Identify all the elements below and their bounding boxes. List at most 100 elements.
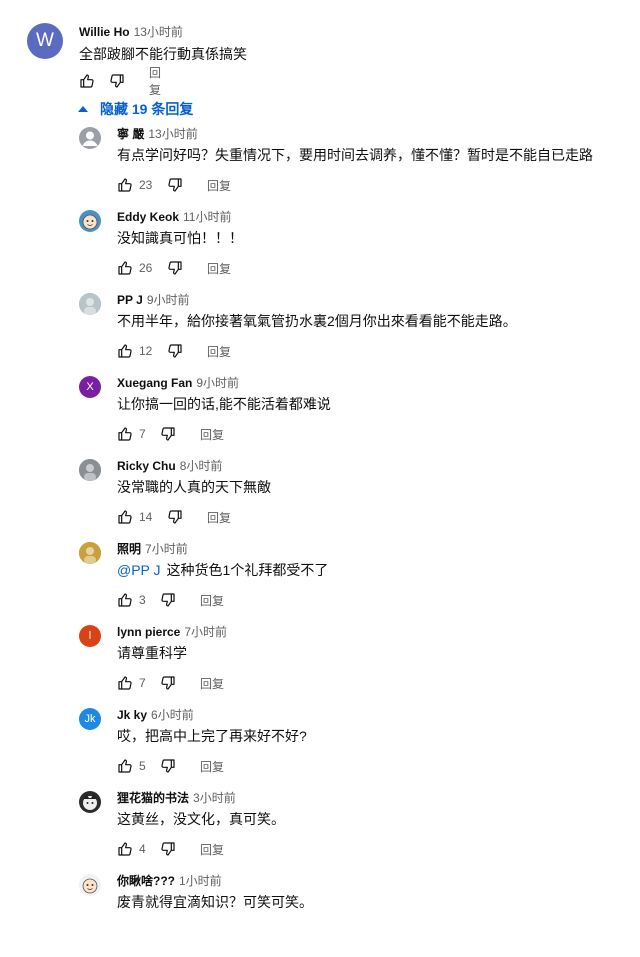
- reply-item: 你瞅啥??? 1小时前 废青就得宜滴知识？可笑可笑。: [0, 874, 640, 957]
- reply-button[interactable]: 回复: [207, 260, 231, 276]
- comment-text: 全部跛腳不能行動真係搞笑: [79, 46, 247, 62]
- like-button[interactable]: 3: [117, 592, 146, 608]
- avatar[interactable]: W: [27, 23, 63, 59]
- thumbs-up-icon: [118, 759, 132, 773]
- photo-icon: [79, 542, 101, 564]
- comment-header: Jk ky 6小时前: [117, 708, 194, 722]
- thumbs-down-icon: [168, 344, 182, 358]
- reply-item: Eddy Keok 11小时前 没知識真可怕！！！ 26 回复: [0, 210, 640, 293]
- dislike-button[interactable]: [167, 343, 183, 359]
- thumbs-down-icon: [110, 74, 124, 88]
- avatar[interactable]: [79, 791, 101, 813]
- reply-item: 寧 嚴 13小时前 有点学问好吗？失重情况下，要用时间去调养，懂不懂？暂时是不能自已…: [0, 127, 640, 210]
- like-count: 4: [139, 842, 146, 856]
- photo-icon: [79, 293, 101, 315]
- timestamp[interactable]: 9小时前: [196, 376, 239, 390]
- avatar[interactable]: [79, 542, 101, 564]
- like-button[interactable]: 4: [117, 841, 146, 857]
- author-name[interactable]: lynn pierce: [117, 625, 180, 639]
- author-name[interactable]: 照明: [117, 542, 141, 556]
- reply-button[interactable]: 回复: [207, 509, 231, 525]
- dislike-button[interactable]: [160, 758, 176, 774]
- avatar[interactable]: [79, 459, 101, 481]
- avatar[interactable]: Jk: [79, 708, 101, 730]
- timestamp[interactable]: 6小时前: [151, 708, 194, 722]
- like-button[interactable]: 5: [117, 758, 146, 774]
- like-count: 14: [139, 510, 153, 524]
- comment-header: 照明 7小时前: [117, 542, 188, 556]
- like-button[interactable]: 7: [117, 426, 146, 442]
- like-button[interactable]: 14: [117, 509, 152, 525]
- reply-button[interactable]: 回复: [200, 675, 224, 691]
- thumbs-down-icon: [168, 178, 182, 192]
- author-name[interactable]: 狸花猫的书法: [117, 791, 189, 805]
- author-name[interactable]: Xuegang Fan: [117, 376, 192, 390]
- like-button[interactable]: [79, 73, 95, 89]
- dislike-button[interactable]: [167, 509, 183, 525]
- timestamp[interactable]: 9小时前: [147, 293, 190, 307]
- thumbs-up-icon: [118, 344, 132, 358]
- like-count: 12: [139, 344, 153, 358]
- thumbs-down-icon: [161, 427, 175, 441]
- dislike-button[interactable]: [167, 260, 183, 276]
- reply-button[interactable]: 回复: [207, 343, 231, 359]
- like-button[interactable]: 26: [117, 260, 152, 276]
- thumbs-down-icon: [161, 842, 175, 856]
- avatar[interactable]: [79, 293, 101, 315]
- mention-link[interactable]: @PP J: [117, 562, 161, 578]
- thumbs-down-icon: [161, 759, 175, 773]
- timestamp[interactable]: 1小时前: [179, 874, 222, 888]
- timestamp[interactable]: 3小时前: [193, 791, 236, 805]
- timestamp[interactable]: 13小时前: [148, 127, 197, 141]
- like-button[interactable]: 12: [117, 343, 152, 359]
- timestamp[interactable]: 8小时前: [180, 459, 223, 473]
- timestamp[interactable]: 11小时前: [183, 210, 231, 224]
- person-icon: [82, 131, 98, 146]
- comment-actions: 23 回复: [117, 177, 317, 193]
- comment-actions: 12 回复: [117, 343, 317, 359]
- reply-button[interactable]: 回复: [200, 592, 224, 608]
- dislike-button[interactable]: [167, 177, 183, 193]
- reply-button[interactable]: 回复: [200, 426, 224, 442]
- avatar[interactable]: [79, 210, 101, 232]
- author-name[interactable]: 寧 嚴: [117, 127, 144, 141]
- avatar[interactable]: X: [79, 376, 101, 398]
- comment-body: 不用半年，給你接著氧氣管扔水裏2個月你出來看看能不能走路。: [117, 313, 517, 329]
- reply-button[interactable]: 回复: [207, 177, 231, 193]
- avatar[interactable]: [79, 127, 101, 149]
- dislike-button[interactable]: [109, 73, 125, 89]
- author-name[interactable]: PP J: [117, 293, 143, 307]
- comment-text: 这黄丝，没文化，真可笑。: [117, 810, 285, 828]
- author-name[interactable]: Willie Ho: [79, 25, 130, 39]
- timestamp[interactable]: 7小时前: [184, 625, 227, 639]
- hide-replies-toggle[interactable]: 隐藏 19 条回复: [78, 100, 193, 118]
- thumbs-up-icon: [118, 427, 132, 441]
- timestamp[interactable]: 13小时前: [134, 25, 183, 39]
- avatar[interactable]: [79, 874, 101, 896]
- dislike-button[interactable]: [160, 592, 176, 608]
- comment-body: 让你搞一回的话,能不能活着都难说: [117, 396, 331, 412]
- like-button[interactable]: 7: [117, 675, 146, 691]
- timestamp[interactable]: 7小时前: [145, 542, 188, 556]
- thumbs-down-icon: [161, 593, 175, 607]
- author-name[interactable]: Jk ky: [117, 708, 147, 722]
- author-name[interactable]: 你瞅啥???: [117, 874, 175, 888]
- reply-button[interactable]: 回复: [200, 841, 224, 857]
- comment-actions: 3 回复: [117, 592, 317, 608]
- avatar[interactable]: l: [79, 625, 101, 647]
- dislike-button[interactable]: [160, 675, 176, 691]
- dislike-button[interactable]: [160, 841, 176, 857]
- dislike-button[interactable]: [160, 426, 176, 442]
- author-name[interactable]: Eddy Keok: [117, 210, 179, 224]
- thumbs-up-icon: [118, 178, 132, 192]
- face-icon: [82, 878, 98, 894]
- comment-header: Ricky Chu 8小时前: [117, 459, 222, 473]
- author-name[interactable]: Ricky Chu: [117, 459, 176, 473]
- face-icon: [82, 214, 98, 230]
- reply-button[interactable]: 回复: [149, 66, 161, 97]
- like-button[interactable]: 23: [117, 177, 152, 193]
- reply-button[interactable]: 回复: [200, 758, 224, 774]
- comment-actions: 7 回复: [117, 426, 317, 442]
- comment-actions: 4 回复: [117, 841, 317, 857]
- comment-header: lynn pierce 7小时前: [117, 625, 227, 639]
